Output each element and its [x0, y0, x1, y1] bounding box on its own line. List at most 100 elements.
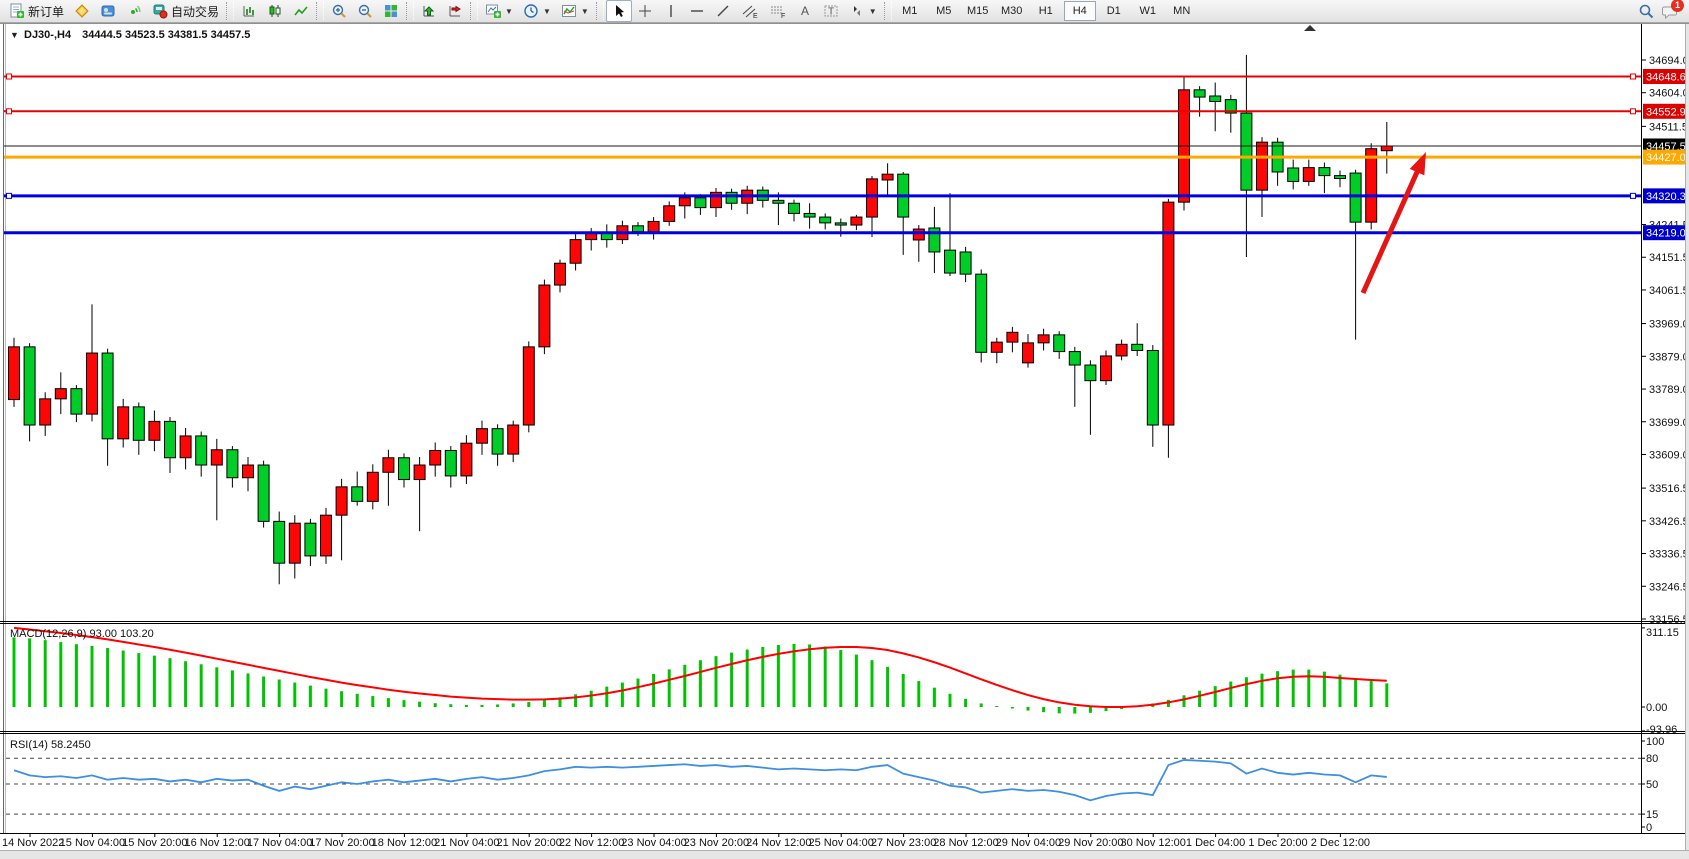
- timeframe-button-m5[interactable]: M5: [928, 1, 960, 21]
- candle-body: [305, 523, 316, 556]
- search-icon[interactable]: [1638, 3, 1655, 20]
- candle-body: [211, 450, 222, 465]
- arrows-icon: [849, 3, 865, 19]
- new-chart-button[interactable]: ▼: [480, 0, 518, 22]
- candle-body: [851, 217, 862, 225]
- candle-body: [196, 436, 207, 465]
- market-button[interactable]: [95, 0, 121, 22]
- zoom-out-button[interactable]: [352, 0, 378, 22]
- fibonacci-button[interactable]: F: [764, 0, 792, 22]
- timeframe-button-m1[interactable]: M1: [894, 1, 926, 21]
- bar-chart-button[interactable]: [236, 0, 262, 22]
- rsi-axis-label: 0: [1646, 822, 1652, 834]
- profiles-button[interactable]: ▼: [518, 0, 556, 22]
- zoom-in-button[interactable]: [326, 0, 352, 22]
- hline-anchor[interactable]: [1631, 193, 1636, 198]
- candle-body: [9, 347, 20, 400]
- price-tick-label: 33426.5: [1649, 516, 1689, 528]
- hline-anchor[interactable]: [1631, 109, 1636, 114]
- candle-body: [1366, 149, 1377, 222]
- auto-trading-icon: [152, 3, 168, 19]
- price-badge-label: 34320.3: [1646, 191, 1686, 203]
- chart-window[interactable]: MACD(12,26,9) 93.00 103.20311.150.00-93.…: [0, 0, 1689, 859]
- candle-body: [1054, 335, 1065, 352]
- indicators-button[interactable]: ▼: [556, 0, 594, 22]
- new-order-button[interactable]: 新订单: [4, 0, 69, 22]
- timeframe-button-m15[interactable]: M15: [962, 1, 994, 21]
- notifications-icon[interactable]: 1: [1661, 3, 1679, 20]
- zoom-out-icon: [357, 3, 373, 19]
- candlestick-button[interactable]: [262, 0, 288, 22]
- cursor-button[interactable]: [606, 0, 632, 22]
- time-label: 29 Nov 04:00: [996, 837, 1061, 849]
- time-label: 2 Dec 12:00: [1311, 837, 1370, 849]
- timeframe-button-h1[interactable]: H1: [1030, 1, 1062, 21]
- auto-trading-button[interactable]: 自动交易: [147, 0, 224, 22]
- chart-symbol-timeframe: DJ30-,H4: [24, 29, 72, 41]
- hline-anchor[interactable]: [7, 109, 12, 114]
- tile-windows-button[interactable]: [378, 0, 404, 22]
- timeframe-button-d1[interactable]: D1: [1098, 1, 1130, 21]
- candle-body: [445, 450, 456, 475]
- notification-count-badge: 1: [1671, 0, 1684, 12]
- equidistant-channel-button[interactable]: E: [736, 0, 764, 22]
- candle: [523, 341, 534, 432]
- svg-text:F: F: [781, 13, 785, 19]
- line-chart-button[interactable]: [288, 0, 314, 22]
- metaeditor-button[interactable]: [69, 0, 95, 22]
- shift-chart-button[interactable]: [442, 0, 468, 22]
- candle-body: [1381, 146, 1392, 151]
- candle-body: [789, 203, 800, 213]
- text-icon: A: [797, 3, 813, 19]
- candle-body: [835, 223, 846, 225]
- toolbar-separator: [596, 2, 604, 20]
- text-label-button[interactable]: T: [818, 0, 844, 22]
- timeframe-button-m30[interactable]: M30: [996, 1, 1028, 21]
- time-label: 17 Nov 20:00: [309, 837, 374, 849]
- candle-body: [227, 450, 238, 478]
- shift-chart-icon: [447, 3, 463, 19]
- arrows-button[interactable]: ▼: [844, 0, 882, 22]
- candle-body: [1147, 350, 1158, 425]
- candle: [321, 508, 332, 564]
- hline-anchor[interactable]: [7, 193, 12, 198]
- time-label: 28 Nov 12:00: [933, 837, 998, 849]
- price-tick-label: 33699.0: [1649, 417, 1689, 429]
- timeframe-button-mn[interactable]: MN: [1166, 1, 1198, 21]
- timeframe-button-w1[interactable]: W1: [1132, 1, 1164, 21]
- price-badge-label: 34648.6: [1646, 72, 1686, 84]
- horizontal-line-button[interactable]: [684, 0, 710, 22]
- toolbar-separator: [406, 2, 414, 20]
- horizontal-line-icon: [689, 3, 705, 19]
- candle-body: [664, 206, 675, 222]
- hline-anchor[interactable]: [7, 74, 12, 79]
- chevron-down-icon: ▼: [869, 7, 877, 16]
- chart-background[interactable]: [0, 24, 1689, 859]
- timeframe-button-h4[interactable]: H4: [1064, 1, 1096, 21]
- price-tick-label: 33879.0: [1649, 351, 1689, 363]
- time-label: 17 Nov 04:00: [247, 837, 312, 849]
- crosshair-button[interactable]: [632, 0, 658, 22]
- candle: [1101, 350, 1112, 385]
- hline-anchor[interactable]: [1631, 74, 1636, 79]
- title-expand-arrow[interactable]: ▼: [10, 30, 19, 40]
- price-tick-label: 34604.0: [1649, 88, 1689, 100]
- signals-button[interactable]: [121, 0, 147, 22]
- candle-body: [679, 198, 690, 206]
- arrange-charts-button[interactable]: [416, 0, 442, 22]
- candle-body: [539, 285, 550, 347]
- chart-title: ▼ DJ30-,H4 34444.5 34523.5 34381.5 34457…: [10, 29, 250, 41]
- vertical-line-button[interactable]: [658, 0, 684, 22]
- macd-axis-label: 311.15: [1646, 627, 1679, 639]
- candle-body: [165, 421, 176, 457]
- price-tick-label: 34511.5: [1649, 121, 1688, 133]
- candle-body: [1101, 356, 1112, 381]
- candle-body: [1007, 332, 1018, 342]
- trendline-button[interactable]: [710, 0, 736, 22]
- new-order-icon: [9, 3, 25, 19]
- candle-body: [648, 221, 659, 231]
- time-label: 1 Dec 20:00: [1248, 837, 1307, 849]
- price-tick-label: 34694.0: [1649, 55, 1689, 67]
- candle-body: [133, 407, 144, 440]
- text-button[interactable]: A: [792, 0, 818, 22]
